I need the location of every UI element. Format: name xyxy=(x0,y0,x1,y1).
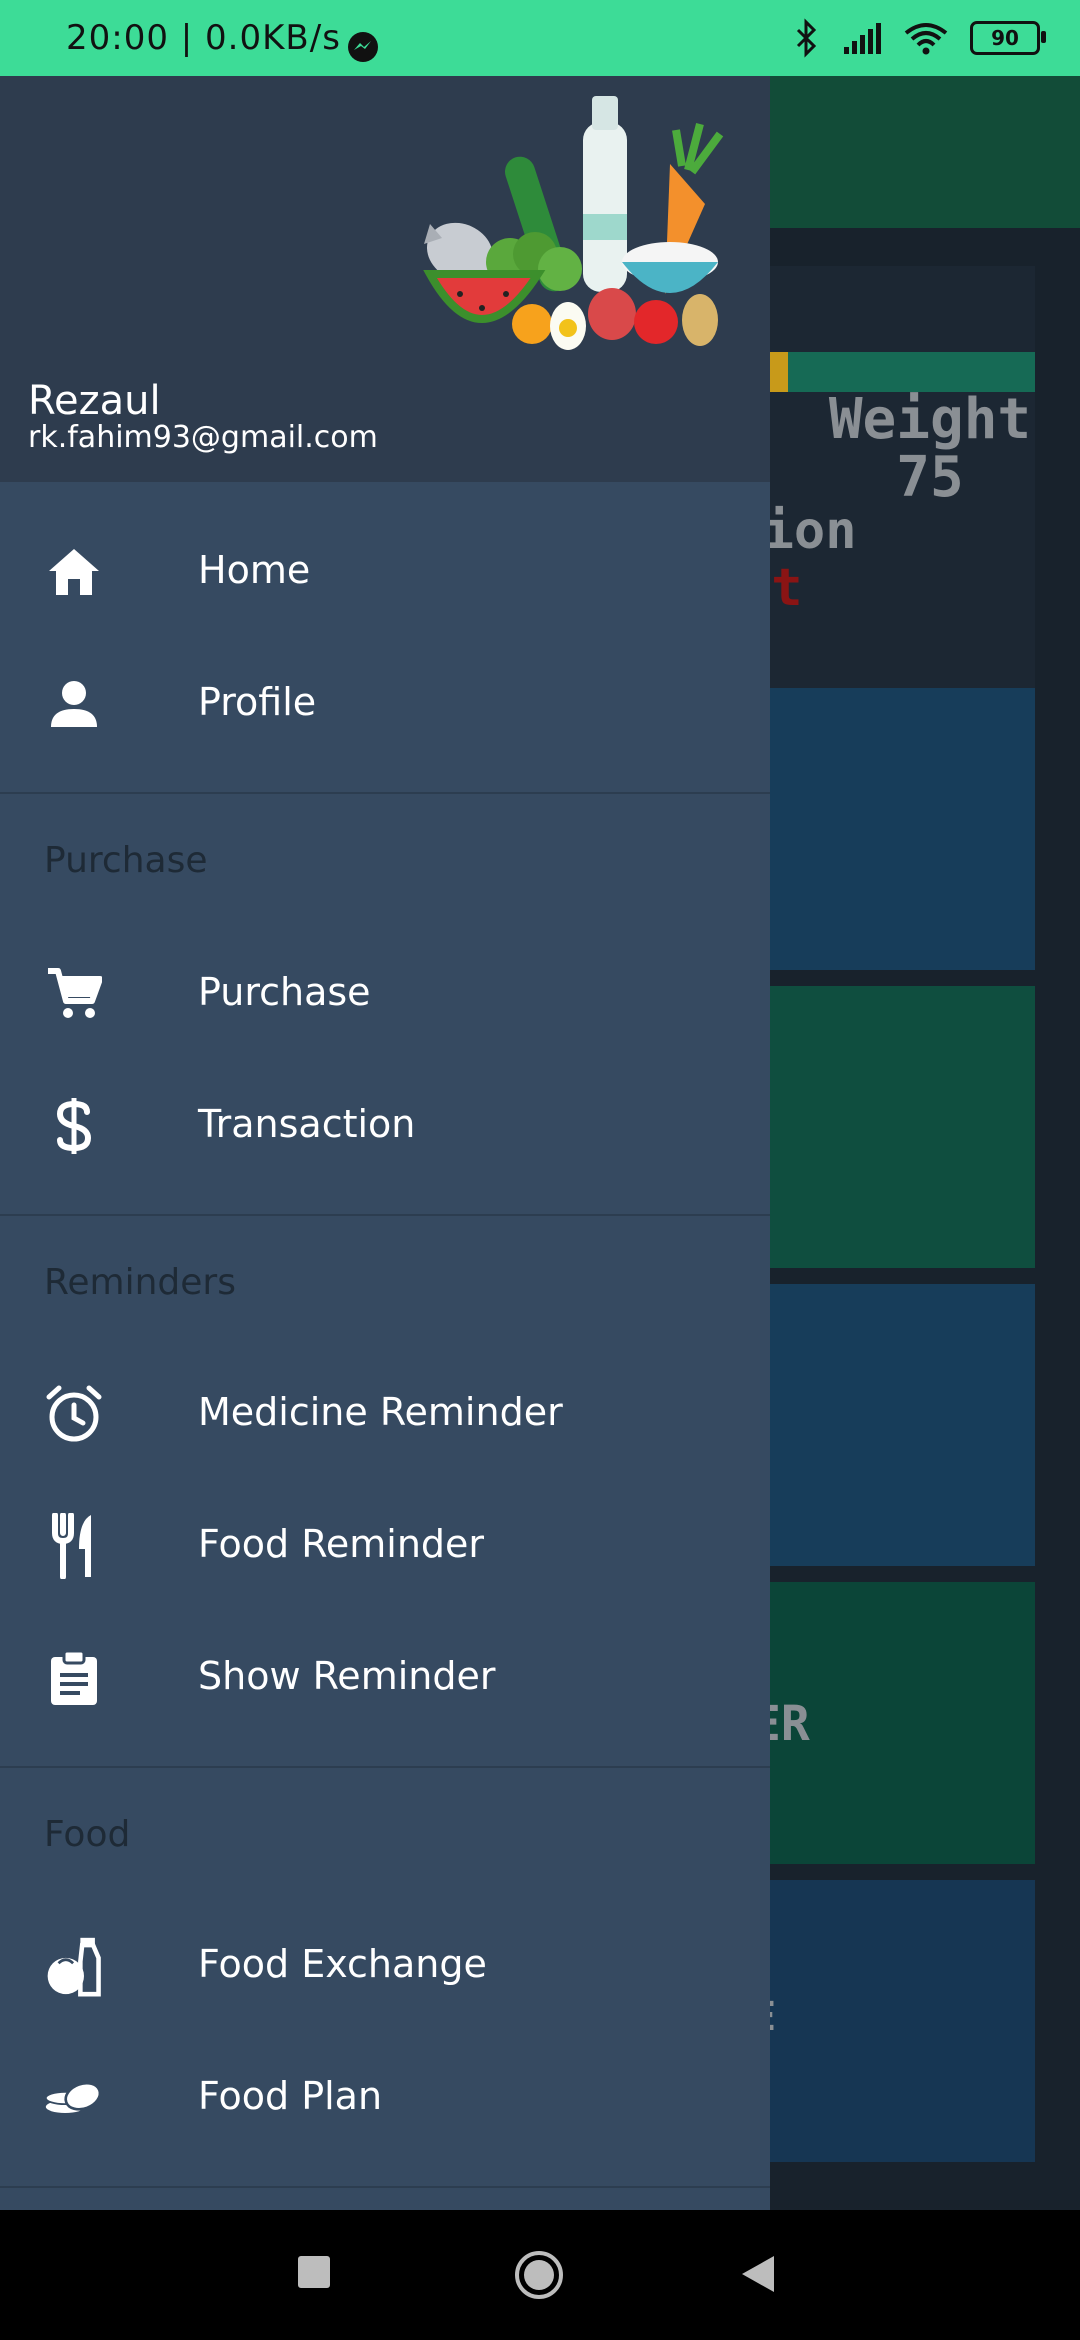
cart-icon xyxy=(44,966,104,1022)
home-button[interactable] xyxy=(514,2250,564,2300)
menu-label-show-reminder: Show Reminder xyxy=(198,1654,496,1698)
menu-label-profile: Profile xyxy=(198,680,317,724)
divider xyxy=(0,792,770,794)
section-title-purchase: Purchase xyxy=(44,840,208,881)
battery-icon: 90 xyxy=(970,21,1046,55)
background-toolbar xyxy=(770,76,1080,228)
battery-level: 90 xyxy=(991,26,1019,50)
background-progress-strip xyxy=(770,352,1035,392)
menu-item-purchase[interactable]: Purchase xyxy=(0,926,770,1058)
messenger-icon xyxy=(348,32,378,62)
back-button[interactable] xyxy=(740,2254,776,2294)
menu-item-food-plan[interactable]: Food Plan xyxy=(0,2030,770,2162)
bluetooth-icon xyxy=(796,18,817,58)
background-tile-2 xyxy=(770,986,1035,1268)
system-navigation-bar xyxy=(0,2210,1080,2340)
section-title-food: Food xyxy=(44,1814,131,1855)
menu-label-food-exchange: Food Exchange xyxy=(198,1942,487,1986)
drawer-header: Rezaul rk.fahim93@gmail.com xyxy=(0,76,770,482)
divider xyxy=(0,1214,770,1216)
divider xyxy=(0,2186,770,2188)
wifi-icon xyxy=(904,23,948,55)
status-time: 20:00 | 0.0KB/s xyxy=(66,18,341,58)
menu-item-medicine-reminder[interactable]: Medicine Reminder xyxy=(0,1346,770,1478)
food-illustration xyxy=(423,96,724,350)
fork-knife-icon xyxy=(44,1513,104,1579)
signal-icon xyxy=(844,23,881,54)
menu-item-home[interactable]: Home xyxy=(0,504,770,636)
user-email: rk.fahim93@gmail.com xyxy=(28,420,378,455)
dollar-icon xyxy=(44,1098,104,1154)
clipboard-icon xyxy=(44,1649,104,1706)
food-plan-icon xyxy=(44,2070,104,2126)
navigation-drawer: Rezaul rk.fahim93@gmail.com Home Profile… xyxy=(0,76,770,2210)
menu-label-food-reminder: Food Reminder xyxy=(198,1522,485,1566)
home-icon xyxy=(44,544,104,600)
menu-item-profile[interactable]: Profile xyxy=(0,636,770,768)
background-tile-1 xyxy=(770,688,1035,970)
menu-label-purchase: Purchase xyxy=(198,970,371,1014)
alarm-icon xyxy=(44,1385,104,1442)
status-bar: 20:00 | 0.0KB/s 90 xyxy=(0,0,1080,76)
person-icon xyxy=(44,676,104,732)
recents-button[interactable] xyxy=(298,2256,330,2288)
background-weight: Weight 75 xyxy=(810,391,1050,507)
menu-item-food-exchange[interactable]: Food Exchange xyxy=(0,1898,770,2030)
weight-value: 75 xyxy=(896,445,964,510)
weight-label: Weight xyxy=(828,387,1032,452)
menu-label-home: Home xyxy=(198,548,311,592)
menu-item-transaction[interactable]: Transaction xyxy=(0,1058,770,1190)
divider xyxy=(0,1766,770,1768)
food-exchange-icon xyxy=(44,1937,104,1997)
menu-label-transaction: Transaction xyxy=(198,1102,416,1146)
background-tile-3 xyxy=(770,1284,1035,1566)
user-name: Rezaul xyxy=(28,378,161,424)
menu-item-food-reminder[interactable]: Food Reminder xyxy=(0,1478,770,1610)
menu-label-food-plan: Food Plan xyxy=(198,2074,383,2118)
background-tile-5 xyxy=(770,1880,1035,2162)
menu-label-medicine-reminder: Medicine Reminder xyxy=(198,1390,563,1434)
background-progress-marker xyxy=(770,352,788,392)
section-title-reminders: Reminders xyxy=(44,1262,236,1303)
menu-item-show-reminder[interactable]: Show Reminder xyxy=(0,1610,770,1742)
